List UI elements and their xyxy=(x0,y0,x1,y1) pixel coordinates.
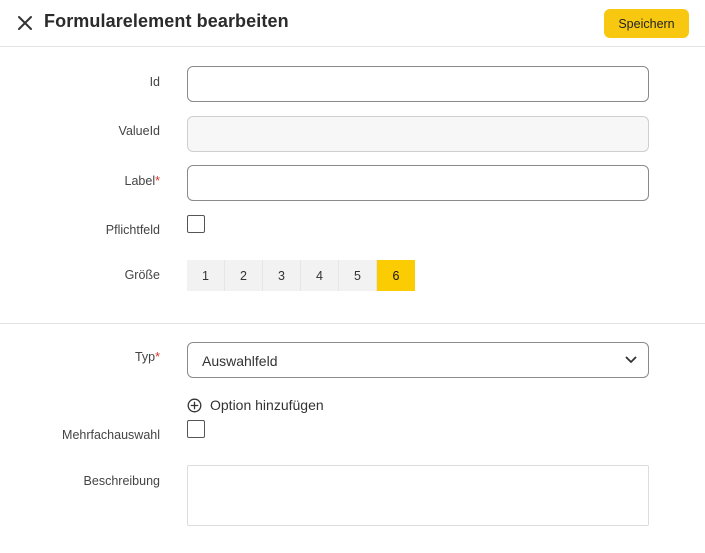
type-select[interactable]: Auswahlfeld xyxy=(187,342,649,378)
required-asterisk: * xyxy=(155,350,160,364)
multi-select-label: Mehrfachauswahl xyxy=(62,428,160,442)
required-checkbox[interactable] xyxy=(187,215,205,233)
description-field[interactable] xyxy=(187,465,649,526)
label-label: Label* xyxy=(0,174,160,188)
page-title: Formularelement bearbeiten xyxy=(44,11,289,31)
type-select-value: Auswahlfeld xyxy=(202,353,278,369)
id-label: Id xyxy=(149,75,160,89)
label-label-text: Label xyxy=(124,174,156,188)
save-button[interactable]: Speichern xyxy=(604,9,689,38)
multi-select-checkbox[interactable] xyxy=(187,420,205,438)
size-option-3[interactable]: 3 xyxy=(263,260,301,291)
id-field[interactable] xyxy=(187,66,649,102)
size-option-1[interactable]: 1 xyxy=(187,260,225,291)
add-option-label: Option hinzufügen xyxy=(210,397,324,413)
value-id-field xyxy=(187,116,649,152)
header-bar: Formularelement bearbeiten Speichern xyxy=(0,0,705,47)
type-label-text: Typ xyxy=(134,350,156,364)
label-field[interactable] xyxy=(187,165,649,201)
size-option-6[interactable]: 6 xyxy=(377,260,415,291)
size-option-4[interactable]: 4 xyxy=(301,260,339,291)
value-id-label: ValueId xyxy=(118,124,160,138)
size-option-2[interactable]: 2 xyxy=(225,260,263,291)
section-divider xyxy=(0,323,705,324)
chevron-down-icon xyxy=(624,353,638,367)
description-label: Beschreibung xyxy=(83,474,160,488)
size-selector: 1 2 3 4 5 6 xyxy=(187,260,415,291)
plus-circle-icon xyxy=(187,398,202,413)
close-icon[interactable] xyxy=(14,12,36,34)
type-label: Typ* xyxy=(0,350,160,364)
size-option-5[interactable]: 5 xyxy=(339,260,377,291)
size-label: Größe xyxy=(124,268,160,282)
required-label: Pflichtfeld xyxy=(105,223,160,237)
required-asterisk: * xyxy=(155,174,160,188)
